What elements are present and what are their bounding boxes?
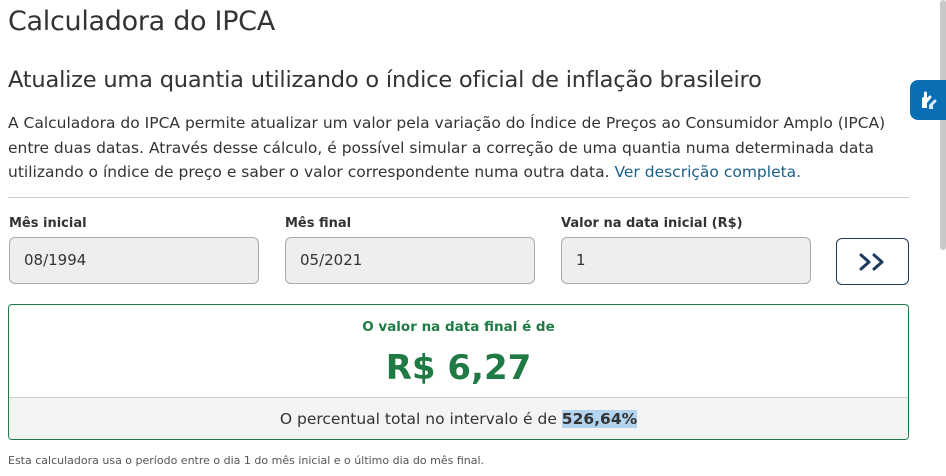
sign-language-hands-icon (922, 91, 937, 109)
percent-row: O percentual total no intervalo é de 526… (9, 397, 908, 439)
percent-prefix: O percentual total no intervalo é de (279, 410, 557, 428)
initial-value-input[interactable]: 1 (561, 237, 811, 284)
result-value: R$ 6,27 (385, 348, 532, 388)
full-description-link[interactable]: Ver descrição completa. (615, 163, 802, 181)
result-label: O valor na data final é de (362, 319, 555, 335)
divider (8, 197, 909, 198)
percent-value: 526,64% (561, 410, 638, 428)
scrollbar[interactable] (940, 0, 946, 250)
page-title: Calculadora do IPCA (8, 6, 275, 37)
double-chevron-right-icon (859, 253, 883, 270)
end-month-input[interactable]: 05/2021 (285, 237, 535, 284)
start-month-label: Mês inicial (9, 216, 87, 231)
description: A Calculadora do IPCA permite atualizar … (8, 111, 908, 185)
initial-value-label: Valor na data inicial (R$) (561, 216, 743, 231)
page-subtitle: Atualize uma quantia utilizando o índice… (8, 67, 762, 93)
start-month-input[interactable]: 08/1994 (9, 237, 259, 284)
footnote: Esta calculadora usa o período entre o d… (8, 454, 485, 467)
result-panel: O valor na data final é de R$ 6,27 O per… (8, 304, 909, 440)
end-month-label: Mês final (285, 216, 352, 231)
accessibility-widget-button[interactable] (910, 80, 946, 120)
calculate-button[interactable] (836, 238, 909, 285)
